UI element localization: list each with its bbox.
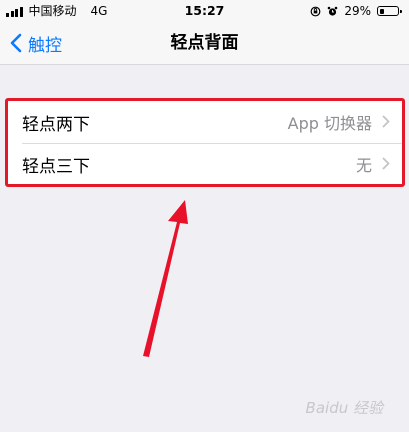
- annotation-arrow: [143, 200, 188, 357]
- watermark: Baidu 经验: [305, 399, 383, 417]
